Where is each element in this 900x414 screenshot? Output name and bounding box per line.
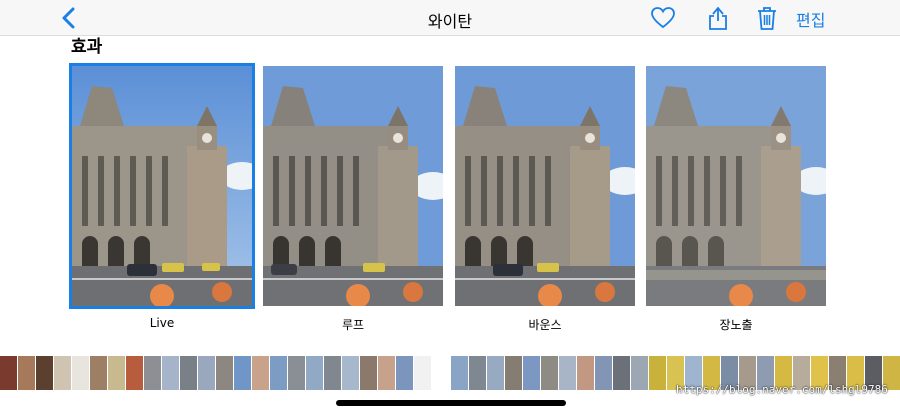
thumbnail[interactable] xyxy=(649,356,666,390)
thumbnail[interactable] xyxy=(505,356,522,390)
thumbnail[interactable] xyxy=(216,356,233,390)
thumbnail[interactable] xyxy=(487,356,504,390)
effect-card-live[interactable] xyxy=(69,63,255,309)
effect-label-long-exposure: 장노출 xyxy=(719,318,753,332)
effects-section-title: 효과 xyxy=(71,37,103,57)
thumbnail[interactable] xyxy=(234,356,251,390)
watermark-text: https://blog.naver.com/lshgl9786 xyxy=(676,383,888,396)
thumbnail[interactable] xyxy=(613,356,630,390)
thumbnail[interactable] xyxy=(288,356,305,390)
thumbnail[interactable] xyxy=(144,356,161,390)
thumbnail[interactable] xyxy=(595,356,612,390)
effect-card-loop[interactable] xyxy=(263,66,443,306)
thumbnail[interactable] xyxy=(180,356,197,390)
heart-icon[interactable] xyxy=(650,5,676,31)
thumbnail[interactable] xyxy=(631,356,648,390)
thumbnail[interactable] xyxy=(342,356,359,390)
thumbnail[interactable] xyxy=(54,356,71,390)
thumbnail[interactable] xyxy=(18,356,35,390)
navigation-bar: 와이탄 편집 xyxy=(0,0,900,36)
thumbnail[interactable] xyxy=(396,356,413,390)
thumbnail[interactable] xyxy=(108,356,125,390)
thumbnail[interactable] xyxy=(72,356,89,390)
building-photo xyxy=(455,66,635,306)
share-icon[interactable] xyxy=(705,5,731,31)
strip-gap xyxy=(432,356,450,390)
edit-button[interactable]: 편집 xyxy=(796,7,825,31)
thumbnail[interactable] xyxy=(324,356,341,390)
thumbnail[interactable] xyxy=(378,356,395,390)
building-photo xyxy=(263,66,443,306)
thumbnail[interactable] xyxy=(451,356,468,390)
thumbnail[interactable] xyxy=(577,356,594,390)
thumbnail[interactable] xyxy=(126,356,143,390)
effect-card-bounce[interactable] xyxy=(455,66,635,306)
effect-label-live: Live xyxy=(149,316,175,330)
thumbnail[interactable] xyxy=(523,356,540,390)
effect-label-bounce: 바운스 xyxy=(528,318,562,332)
effect-label-loop: 루프 xyxy=(341,318,365,332)
thumbnail[interactable] xyxy=(306,356,323,390)
thumbnail[interactable] xyxy=(90,356,107,390)
thumbnail[interactable] xyxy=(0,356,17,390)
thumbnail[interactable] xyxy=(559,356,576,390)
thumbnail[interactable] xyxy=(36,356,53,390)
thumbnail[interactable] xyxy=(541,356,558,390)
thumbnail[interactable] xyxy=(414,356,431,390)
effect-card-long-exposure[interactable] xyxy=(646,66,826,306)
thumbnail[interactable] xyxy=(198,356,215,390)
thumbnail[interactable] xyxy=(469,356,486,390)
home-indicator[interactable] xyxy=(336,400,566,406)
thumbnail[interactable] xyxy=(252,356,269,390)
building-photo xyxy=(646,66,826,306)
thumbnail[interactable] xyxy=(270,356,287,390)
thumbnail[interactable] xyxy=(162,356,179,390)
thumbnail[interactable] xyxy=(360,356,377,390)
building-photo xyxy=(72,66,252,306)
trash-icon[interactable] xyxy=(754,5,780,31)
